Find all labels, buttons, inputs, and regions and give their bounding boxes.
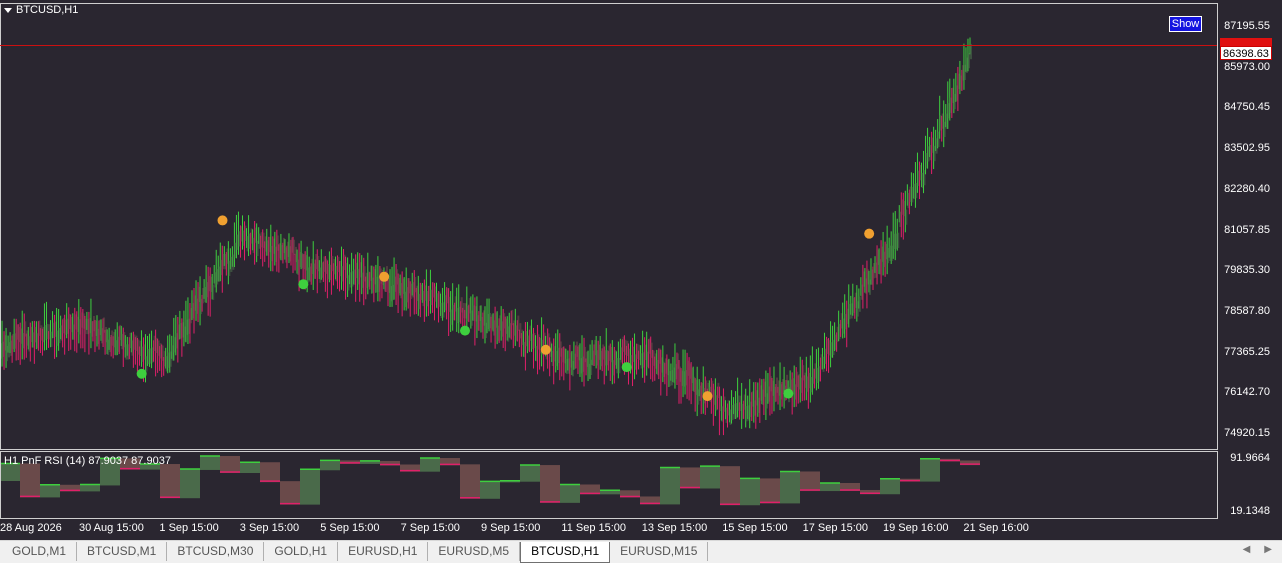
- tab-eurusd-m15[interactable]: EURUSD,M15: [610, 542, 709, 561]
- tab-eurusd-h1[interactable]: EURUSD,H1: [338, 542, 429, 561]
- time-tick-label: 15 Sep 15:00: [722, 522, 788, 534]
- indicator-block: [780, 471, 800, 504]
- price-tick-label: 83502.95: [1224, 142, 1270, 155]
- price-tick-label: 82280.40: [1224, 182, 1270, 195]
- time-tick-label: 28 Aug 2026: [0, 522, 62, 534]
- indicator-block: [660, 467, 680, 505]
- indicator-tick-label: 91.9664: [1230, 452, 1270, 464]
- indicator-block: [180, 468, 200, 499]
- indicator-block: [240, 462, 260, 473]
- indicator-block: [80, 484, 100, 492]
- price-tick-label: 85973.00: [1224, 60, 1270, 73]
- indicator-block: [560, 484, 580, 503]
- indicator-block: [720, 466, 740, 506]
- current-price-tag: 86398.63: [1220, 46, 1272, 60]
- scroll-left-icon[interactable]: ◀: [1243, 544, 1251, 555]
- indicator-block: [740, 478, 760, 506]
- indicator-block: [760, 478, 780, 504]
- symbol-header: BTCUSD,H1: [4, 4, 78, 16]
- price-tick-label: 87195.55: [1224, 20, 1270, 32]
- indicator-block: [160, 464, 180, 499]
- signal-marker-icon: [864, 228, 875, 239]
- cloud-segment: [967, 52, 970, 69]
- cloud-segment: [905, 209, 908, 225]
- cloud-segment: [618, 357, 621, 374]
- chart-window[interactable]: BTCUSD,H1 Show H1 PnF RSI (14) 87.9037 8…: [0, 0, 1282, 540]
- signal-marker-icon: [702, 391, 713, 402]
- tab-gold-m1[interactable]: GOLD,M1: [2, 542, 78, 561]
- indicator-block: [880, 478, 900, 495]
- indicator-block: [420, 458, 440, 472]
- indicator-block: [920, 458, 940, 482]
- price-plot: [0, 37, 972, 436]
- time-tick-label: 30 Aug 15:00: [79, 522, 144, 534]
- indicator-block: [300, 469, 320, 505]
- indicator-block: [320, 460, 340, 471]
- tab-eurusd-m5[interactable]: EURUSD,M5: [428, 542, 521, 561]
- cloud-segment: [897, 232, 900, 248]
- show-button[interactable]: Show: [1169, 16, 1202, 32]
- signal-marker-icon: [540, 344, 551, 355]
- signal-marker-icon: [379, 271, 390, 282]
- indicator-block: [540, 465, 560, 503]
- indicator-block: [280, 481, 300, 505]
- indicator-block: [680, 467, 700, 489]
- bottom-strip: [0, 563, 1282, 569]
- cloud-segment: [517, 315, 520, 331]
- tab-btcusd-m1[interactable]: BTCUSD,M1: [77, 542, 168, 561]
- tab-btcusd-h1[interactable]: BTCUSD,H1: [520, 542, 611, 563]
- indicator-block: [800, 471, 820, 492]
- time-tick-label: 1 Sep 15:00: [159, 522, 219, 534]
- price-tick-label: 77365.25: [1224, 345, 1270, 358]
- cloud-segment: [293, 239, 296, 255]
- scroll-right-icon[interactable]: ▶: [1264, 544, 1272, 555]
- signal-marker-icon: [460, 325, 470, 336]
- cloud-segment: [858, 296, 861, 312]
- signal-marker-icon: [298, 279, 309, 290]
- price-tick-label: 74920.15: [1224, 427, 1270, 439]
- price-tick-label: 76142.70: [1224, 386, 1270, 399]
- indicator-block: [520, 465, 540, 482]
- time-tick-label: 9 Sep 15:00: [481, 522, 541, 534]
- indicator-block: [220, 455, 240, 473]
- indicator-block: [200, 455, 220, 470]
- symbol-title: BTCUSD,H1: [16, 4, 79, 16]
- main-frame: [0, 3, 1218, 450]
- price-tick-label: 79835.30: [1224, 264, 1270, 277]
- price-tick-label: 81057.85: [1224, 223, 1270, 236]
- signal-marker-icon: [136, 368, 147, 379]
- price-tick-label: 78587.80: [1224, 304, 1270, 317]
- indicator-block: [480, 481, 500, 499]
- time-tick-label: 17 Sep 15:00: [802, 522, 869, 534]
- collapse-arrow-icon[interactable]: [4, 7, 12, 13]
- chart-tab-bar: GOLD,M1 BTCUSD,M1 BTCUSD,M30 GOLD,H1 EURUSD,…: [0, 540, 1282, 563]
- signal-marker-icon: [783, 388, 794, 399]
- time-tick-label: 11 Sep 15:00: [561, 522, 627, 534]
- indicator-block: [460, 464, 480, 499]
- tab-scroll: ◀ ▶: [1243, 544, 1272, 555]
- tab-gold-h1[interactable]: GOLD,H1: [264, 542, 339, 561]
- cloud-segment: [511, 309, 514, 326]
- cloud-segment: [212, 284, 215, 300]
- time-tick-label: 13 Sep 15:00: [641, 522, 708, 534]
- indicator-block: [40, 484, 60, 498]
- indicator-block: [700, 466, 720, 489]
- indicator-block: [820, 482, 840, 492]
- price-tick-label: 84750.45: [1224, 101, 1270, 114]
- time-tick-label: 5 Sep 15:00: [320, 522, 380, 534]
- indicator-block: [20, 463, 40, 498]
- tab-btcusd-m30[interactable]: BTCUSD,M30: [167, 542, 265, 561]
- signal-marker-icon: [621, 362, 632, 373]
- cloud-segment: [970, 43, 972, 60]
- signal-marker-icon: [217, 215, 228, 226]
- chart-canvas[interactable]: [0, 0, 1282, 540]
- indicator-tick-label: 19.1348: [1230, 505, 1270, 517]
- time-tick-label: 19 Sep 16:00: [883, 522, 949, 534]
- time-tick-label: 7 Sep 15:00: [400, 522, 460, 534]
- tab-list: GOLD,M1 BTCUSD,M1 BTCUSD,M30 GOLD,H1 EURUSD,…: [2, 542, 709, 563]
- indicator-label: H1 PnF RSI (14) 87.9037 87.9037: [4, 455, 171, 467]
- time-tick-label: 3 Sep 15:00: [239, 522, 300, 534]
- indicator-block: [260, 462, 280, 483]
- time-tick-label: 21 Sep 16:00: [963, 522, 1029, 534]
